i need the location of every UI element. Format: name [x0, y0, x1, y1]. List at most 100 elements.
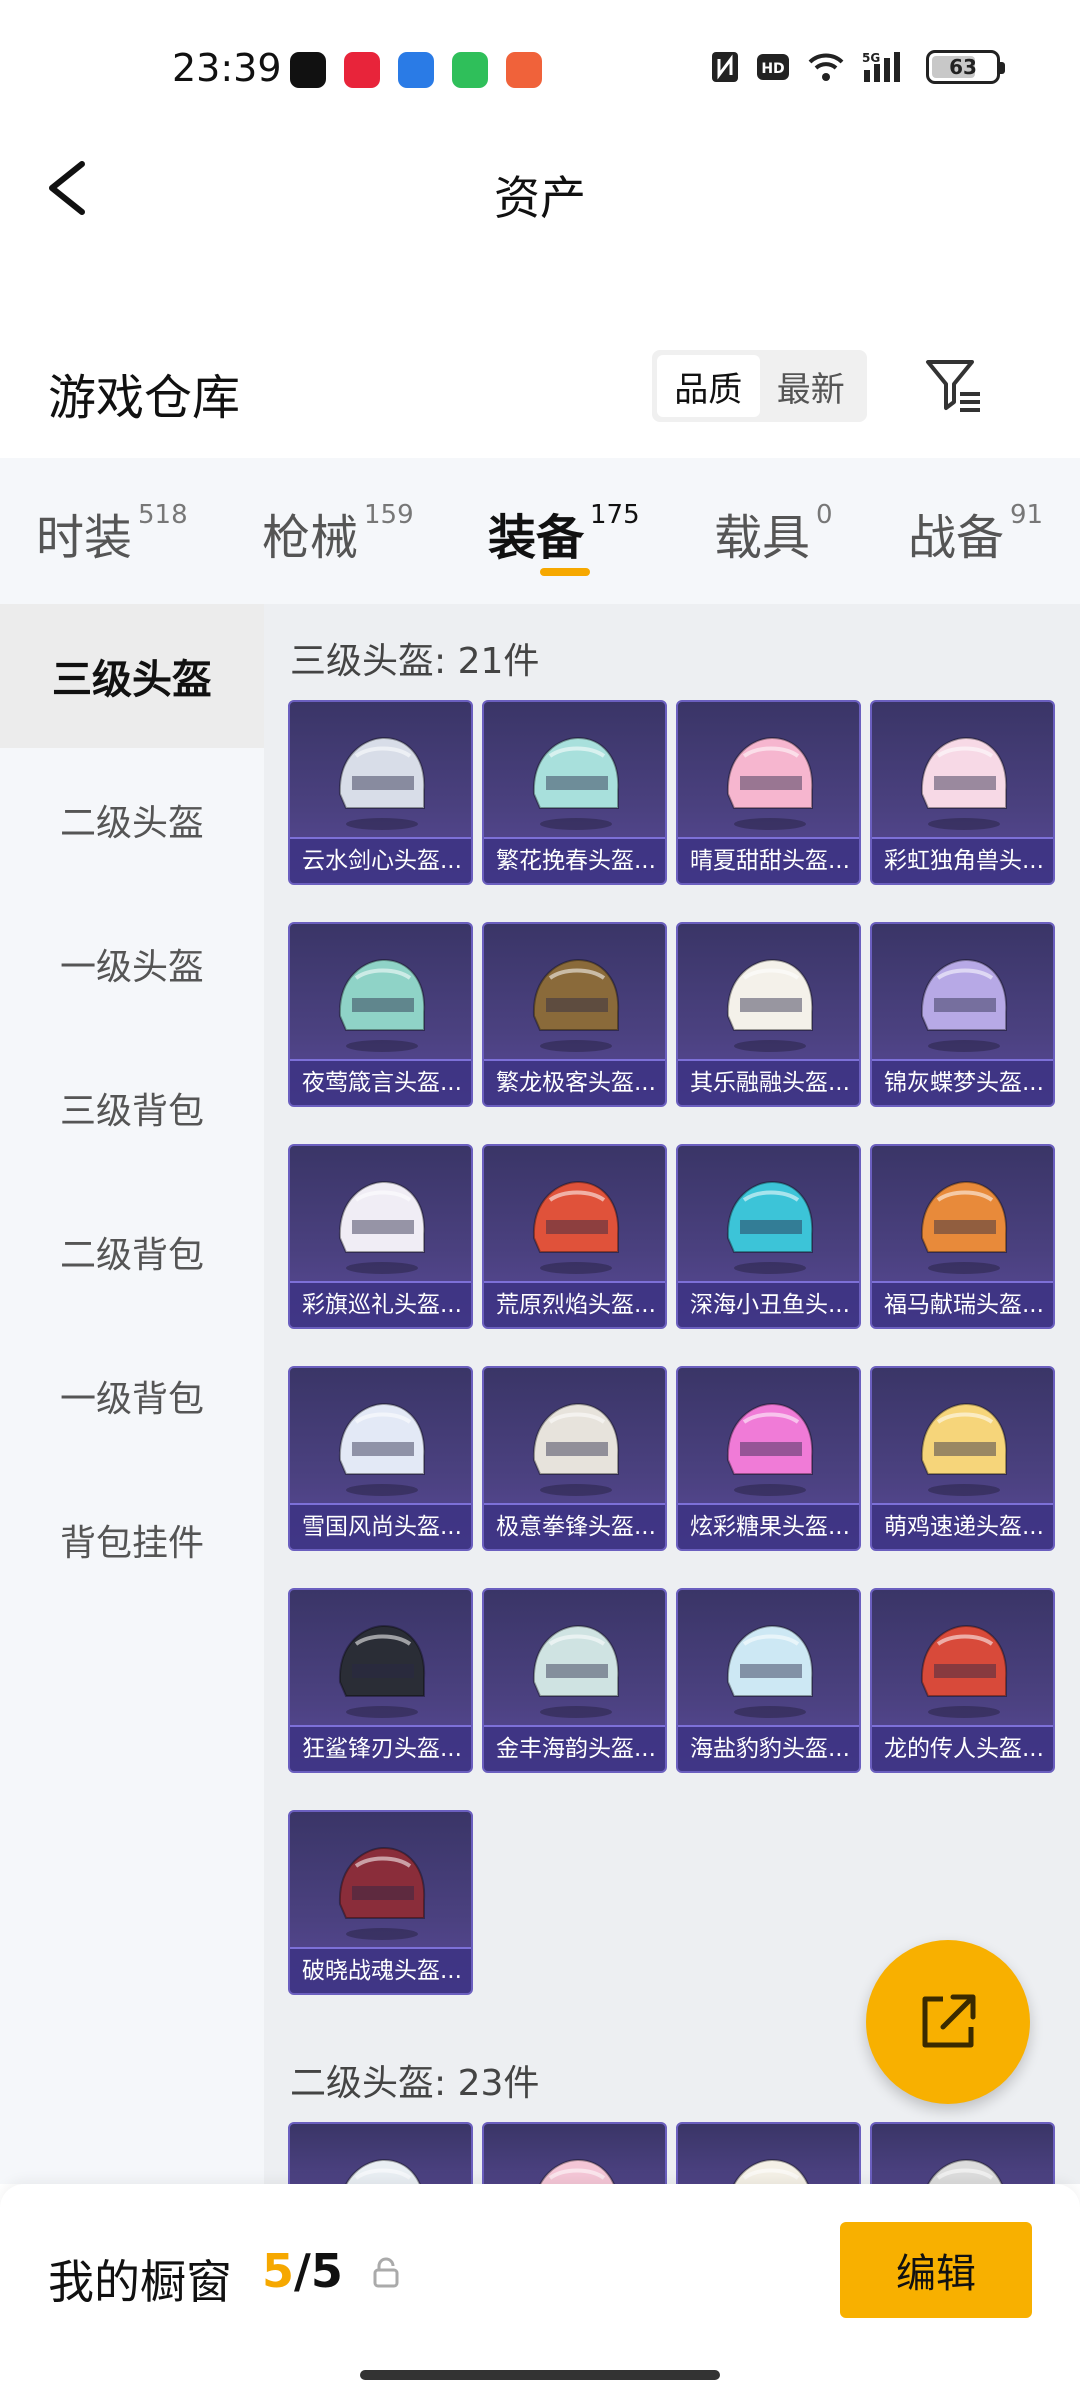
sort-option-newest[interactable]: 最新 [760, 355, 863, 417]
item-card[interactable]: 云水剑心头盔... [288, 700, 473, 885]
item-name: 金丰海韵头盔... [484, 1725, 665, 1771]
item-name: 锦灰蝶梦头盔... [872, 1059, 1053, 1105]
item-card[interactable]: 夜莺箴言头盔... [288, 922, 473, 1107]
tab-label: 战备 [908, 510, 1005, 566]
item-name: 雪国风尚头盔... [290, 1503, 471, 1549]
item-name: 深海小丑鱼头... [678, 1281, 859, 1327]
sidebar-item-level3-helmet[interactable]: 三级头盔 [0, 604, 264, 748]
item-card[interactable]: 荒原烈焰头盔... [482, 1144, 667, 1329]
sort-toggle: 品质 最新 [652, 350, 867, 422]
item-card[interactable]: 破晓战魂头盔... [288, 1810, 473, 1995]
item-card[interactable]: 海盐豹豹头盔... [676, 1588, 861, 1773]
showcase-separator: / [294, 2244, 311, 2298]
helmet-image [338, 1180, 426, 1274]
calendar-app-icon [398, 52, 434, 88]
helmet-image [338, 1624, 426, 1718]
share-icon [922, 1994, 976, 2048]
item-name: 云水剑心头盔... [290, 837, 471, 883]
share-button[interactable] [866, 1940, 1030, 2104]
status-bar: 23:39 HD 5G 63 [0, 0, 1080, 150]
home-indicator [360, 2370, 720, 2380]
helmet-image [532, 1624, 620, 1718]
item-card[interactable]: 萌鸡速递头盔... [870, 1366, 1055, 1551]
item-card[interactable]: 深海小丑鱼头... [676, 1144, 861, 1329]
item-name: 炫彩糖果头盔... [678, 1503, 859, 1549]
warehouse-title: 游戏仓库 [48, 370, 241, 426]
music-app-icon [344, 52, 380, 88]
tab-count: 91 [1010, 500, 1044, 530]
item-card[interactable]: 龙的传人头盔... [870, 1588, 1055, 1773]
item-card[interactable]: 狂鲨锋刃头盔... [288, 1588, 473, 1773]
group-title: 三级头盔: 21件 [290, 641, 540, 682]
sidebar-item-level2-helmet[interactable]: 二级头盔 [0, 748, 264, 892]
security-app-icon [452, 52, 488, 88]
helmet-image [539, 2158, 615, 2184]
item-card[interactable]: 炫彩糖果头盔... [676, 1366, 861, 1551]
item-card[interactable]: 繁花挽春头盔... [482, 700, 667, 885]
wifi-icon [808, 53, 844, 81]
showcase-bar: 我的橱窗 5/5 编辑 [0, 2184, 1080, 2400]
item-card[interactable]: 其乐融融头盔... [676, 922, 861, 1107]
helmet-image [927, 2158, 1003, 2184]
sort-option-quality[interactable]: 品质 [657, 355, 760, 417]
item-card[interactable]: 彩旗巡礼头盔... [288, 1144, 473, 1329]
filter-button[interactable] [920, 352, 988, 420]
helmet-image [920, 1624, 1008, 1718]
helmet-image [532, 1180, 620, 1274]
game-app-icon [506, 52, 542, 88]
item-card[interactable] [676, 2122, 861, 2184]
helmet-image [726, 1402, 814, 1496]
item-name: 繁花挽春头盔... [484, 837, 665, 883]
showcase-current: 5 [262, 2244, 295, 2298]
item-card[interactable] [482, 2122, 667, 2184]
status-indicators: HD 5G 63 [710, 50, 1005, 84]
item-card[interactable]: 晴夏甜甜头盔... [676, 700, 861, 885]
notification-icons [290, 52, 542, 88]
helmet-image [338, 958, 426, 1052]
item-name: 彩虹独角兽头... [872, 837, 1053, 883]
network-label: 5G [862, 51, 880, 65]
item-card[interactable]: 繁龙极客头盔... [482, 922, 667, 1107]
sidebar-item-level2-backpack[interactable]: 二级背包 [0, 1180, 264, 1324]
subcategory-sidebar: 三级头盔 二级头盔 一级头盔 三级背包 二级背包 一级背包 背包挂件 [0, 604, 264, 2184]
tab-weapons[interactable]: 枪械 159 [262, 498, 414, 568]
item-name: 繁龙极客头盔... [484, 1059, 665, 1105]
item-card[interactable] [870, 2122, 1055, 2184]
group-title: 二级头盔: 23件 [290, 2063, 540, 2104]
tab-count: 159 [364, 500, 414, 530]
item-card[interactable]: 锦灰蝶梦头盔... [870, 922, 1055, 1107]
helmet-image [532, 736, 620, 830]
item-name: 荒原烈焰头盔... [484, 1281, 665, 1327]
lock-icon [373, 2257, 399, 2288]
item-name: 极意拳锋头盔... [484, 1503, 665, 1549]
showcase-count: 5/5 [262, 2244, 343, 2298]
helmet-image [920, 1402, 1008, 1496]
sidebar-item-level1-helmet[interactable]: 一级头盔 [0, 892, 264, 1036]
item-grid [288, 2122, 1055, 2184]
sidebar-item-backpack-charm[interactable]: 背包挂件 [0, 1468, 264, 1612]
page-title: 资产 [494, 171, 586, 225]
item-card[interactable]: 金丰海韵头盔... [482, 1588, 667, 1773]
sidebar-item-level3-backpack[interactable]: 三级背包 [0, 1036, 264, 1180]
item-card[interactable] [288, 2122, 473, 2184]
item-name: 夜莺箴言头盔... [290, 1059, 471, 1105]
cellular-signal-icon: 5G [862, 51, 900, 82]
item-card[interactable]: 雪国风尚头盔... [288, 1366, 473, 1551]
tab-equipment[interactable]: 装备 175 [488, 498, 640, 568]
svg-text:HD: HD [761, 61, 784, 77]
item-grid: 云水剑心头盔... 繁花挽春头盔... 晴夏甜甜头盔... 彩虹独角兽头... 夜莺箴言… [288, 700, 1055, 1995]
item-card[interactable]: 福马献瑞头盔... [870, 1144, 1055, 1329]
helmet-image [726, 1180, 814, 1274]
nfc-icon [712, 52, 738, 82]
tab-supplies[interactable]: 战备 91 [908, 498, 1043, 568]
helmet-image [345, 2158, 421, 2184]
tab-count: 175 [590, 500, 640, 530]
filter-icon [926, 360, 980, 412]
tiktok-app-icon [290, 52, 326, 88]
edit-button[interactable]: 编辑 [840, 2222, 1032, 2318]
item-card[interactable]: 彩虹独角兽头... [870, 700, 1055, 885]
item-card[interactable]: 极意拳锋头盔... [482, 1366, 667, 1551]
sidebar-item-level1-backpack[interactable]: 一级背包 [0, 1324, 264, 1468]
tab-vehicles[interactable]: 载具 0 [714, 498, 833, 568]
tab-fashion[interactable]: 时装 518 [36, 498, 188, 568]
